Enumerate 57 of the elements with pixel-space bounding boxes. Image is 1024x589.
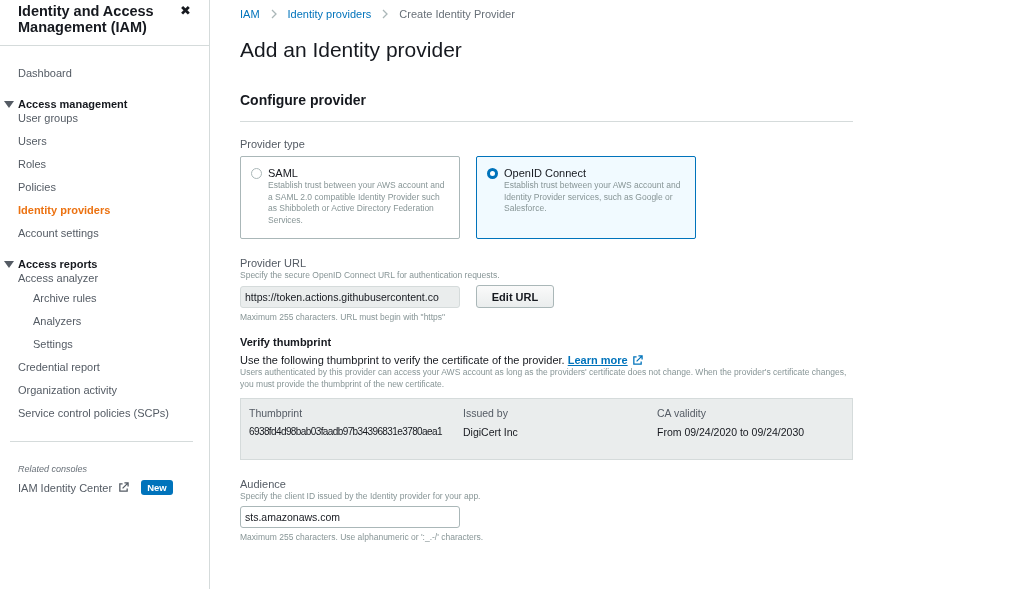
chevron-icon [269, 9, 278, 19]
learn-more-link[interactable]: Learn more [567, 354, 643, 366]
nav-link[interactable]: Policies [0, 176, 56, 199]
table-cell-text: From 09/24/2020 to 09/24/2030 [657, 426, 806, 438]
field-label: Audience [240, 478, 287, 490]
new-badge: New [141, 480, 173, 495]
chevron-icon [381, 9, 390, 19]
field-hint: Maximum 255 characters. Use alphanumeric or ':_.-/' characters. [240, 532, 485, 542]
field-description: Specify the secure OpenID Connect URL for authentication requests. [240, 270, 501, 280]
nav-link[interactable]: Roles [0, 153, 47, 176]
table-header: CA validity [657, 407, 708, 419]
console-link[interactable]: IAM Identity Center [18, 481, 113, 494]
audience-field[interactable]: sts.amazonaws.com [240, 506, 460, 528]
nav-link[interactable]: Archive rules [0, 290, 97, 310]
nav-link[interactable]: Credential report [0, 356, 100, 379]
thumbprint-text: Use the following thumbprint to verify the certificate of the provider. Learn more [240, 354, 853, 366]
field-description: Specify the client ID issued by the Identity provider for your app. [240, 491, 482, 501]
breadcrumb-link[interactable]: Identity providers [287, 8, 372, 20]
current-page-text: Create Identity Provider [399, 8, 515, 20]
nav-link[interactable]: Analyzers [0, 310, 82, 333]
close-button[interactable]: ✖ [180, 3, 191, 18]
radio-button[interactable] [487, 168, 498, 179]
option-title: SAML [268, 167, 299, 179]
nav-link[interactable]: Service control policies (SCPs) [0, 402, 169, 425]
nav-link[interactable]: Dashboard [0, 62, 72, 85]
sidebar-title: Identity and Access Management (IAM) [18, 3, 155, 35]
field-label: Provider type [240, 138, 306, 150]
option-title: OpenID Connect [504, 167, 587, 179]
nav-section-header[interactable]: Access reports [0, 245, 209, 270]
nav-link[interactable]: Access analyzer [0, 270, 99, 290]
external-link-icon [631, 354, 643, 366]
breadcrumb-link[interactable]: IAM [240, 8, 260, 20]
radio-button[interactable] [251, 168, 262, 179]
nav-link[interactable]: Users [0, 130, 47, 153]
provider-type-card[interactable]: OpenID Connect Establish trust between your AWS account and Identity Provider services, such as Google or Salesforce. [476, 156, 696, 239]
section-title: Configure provider [240, 92, 853, 122]
subsection-title: Verify thumbprint [240, 336, 333, 348]
nav-link[interactable]: User groups [0, 110, 78, 130]
table-header: Thumbprint [249, 407, 304, 419]
field-hint: Maximum 255 characters. URL must begin with "https" [240, 312, 447, 322]
related-consoles-heading: Related consoles [18, 464, 89, 474]
external-link-icon [118, 482, 130, 493]
thumbprint-note: Users authenticated by this provider can access your AWS account as long as the providers' certificate does not change. When the provider's certificate changes, you must provide the thumbprint of the new certificate. [240, 367, 848, 390]
caret-icon [4, 100, 14, 108]
nav-link[interactable]: Organization activity [0, 379, 118, 402]
caret-icon [4, 260, 14, 268]
table-cell-text: DigiCert Inc [463, 426, 519, 438]
provider-type-card[interactable]: SAML Establish trust between your AWS account and a SAML 2.0 compatible Identity Provider such as Shibboleth or Active Directory Federation Services. [240, 156, 460, 239]
nav-link[interactable]: Account settings [0, 222, 99, 245]
page-title: Add an Identity provider [240, 38, 463, 62]
option-description: Establish trust between your AWS account and Identity Provider services, such as Google or Salesforce. [504, 180, 682, 215]
nav-link[interactable]: Settings [0, 333, 73, 356]
table-cell-text: 6938fd4d98bab03faadb97b34396831e3780aea1 [249, 426, 443, 438]
field-label: Provider URL [240, 257, 308, 269]
nav-section-header[interactable]: Access management [0, 85, 209, 110]
table-header: Issued by [463, 407, 509, 419]
option-description: Establish trust between your AWS account and a SAML 2.0 compatible Identity Provider such as Shibboleth or Active Directory Federation Services. [268, 180, 446, 226]
